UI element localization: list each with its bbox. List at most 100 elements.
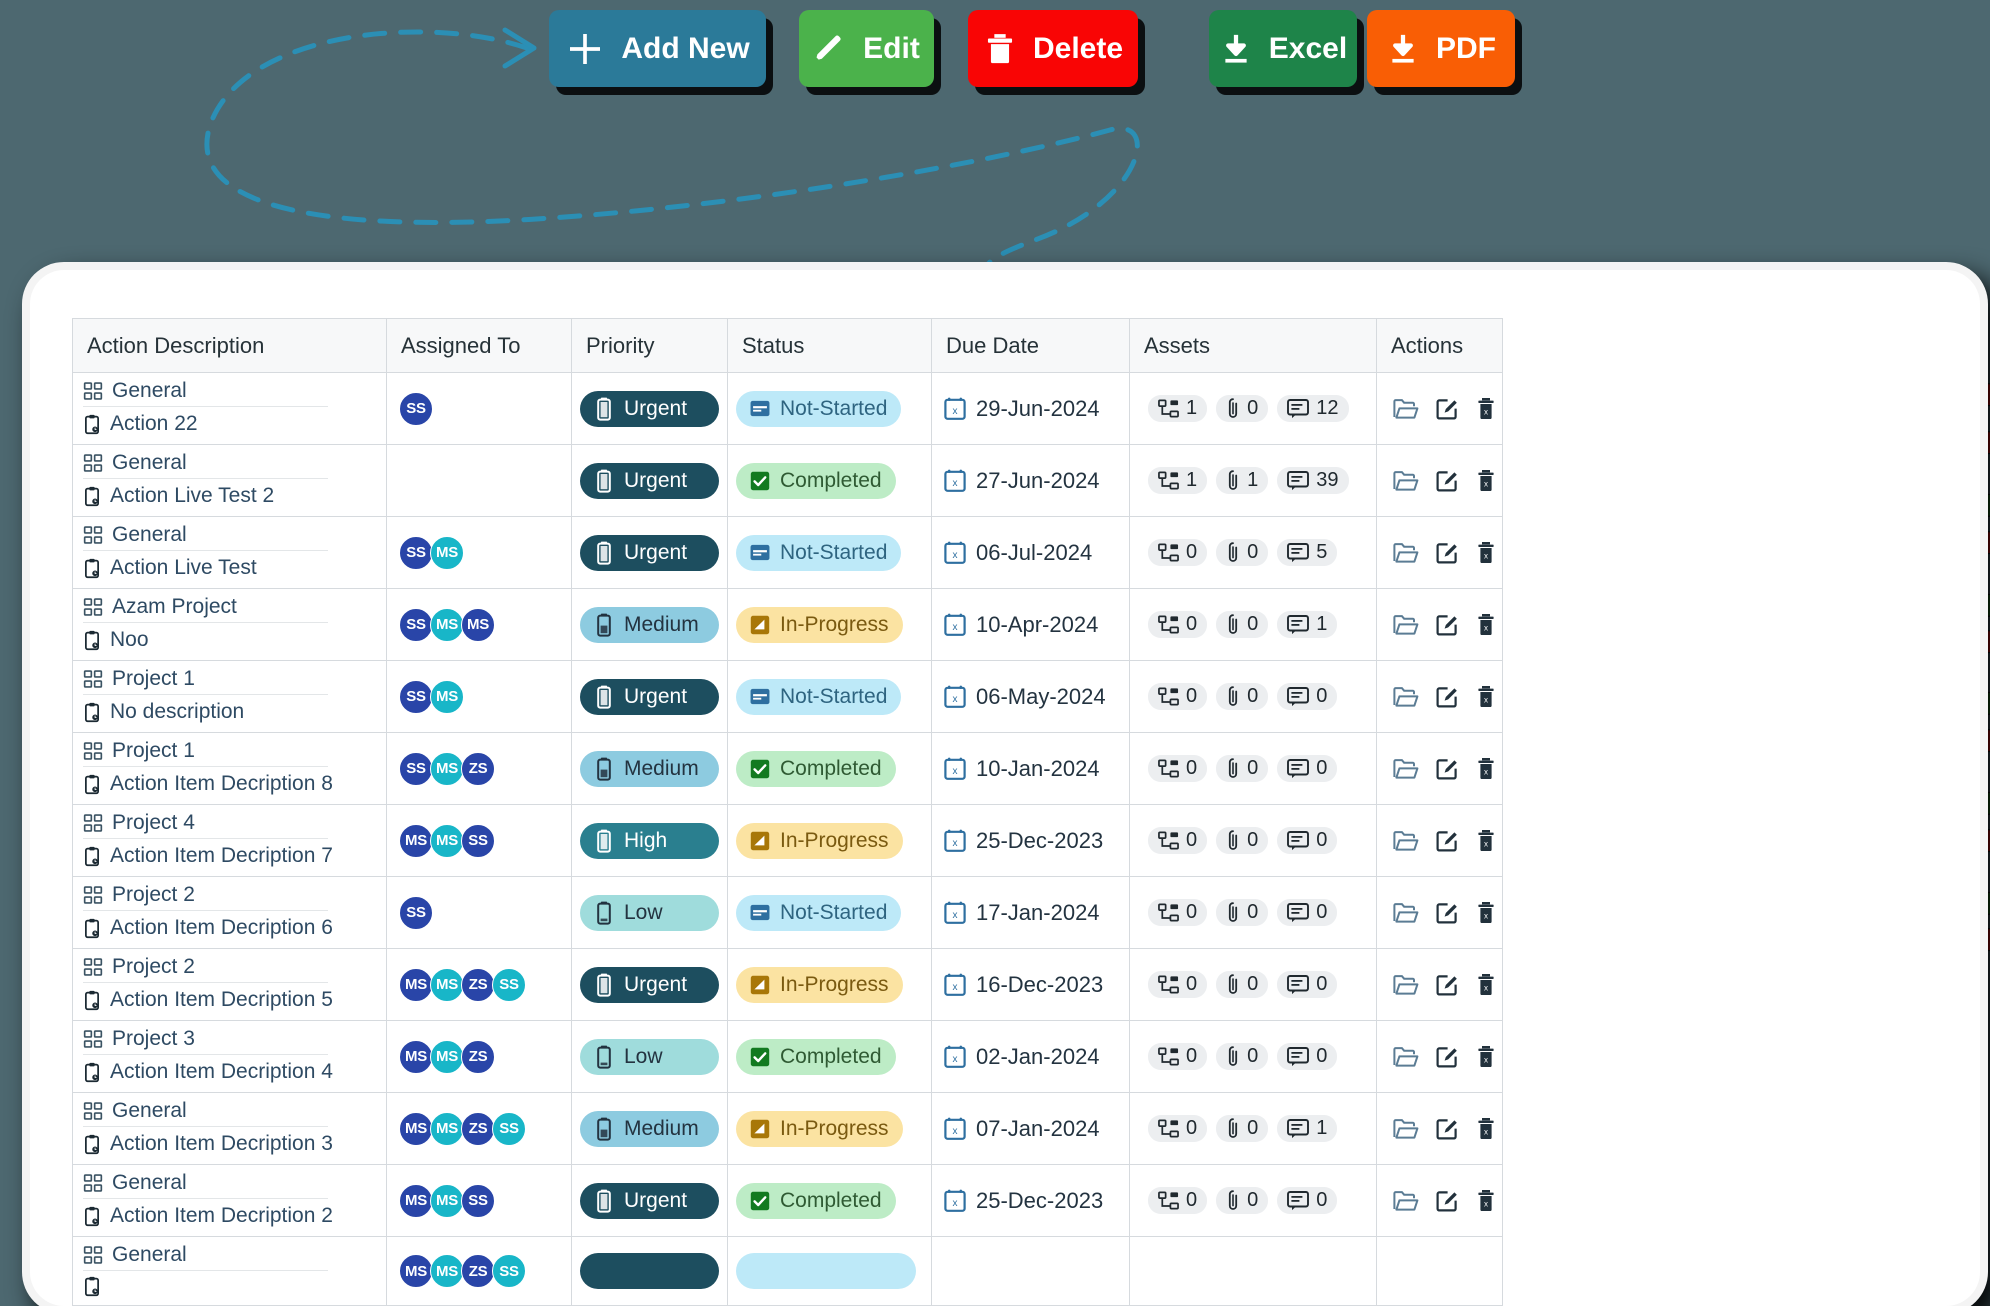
cell-assigned-to[interactable]: MSMSSS [387,805,572,877]
cell-priority[interactable]: Medium [572,733,728,805]
edit-square-icon[interactable] [1435,756,1460,781]
attachment-count-chip[interactable]: 0 [1216,971,1268,998]
edit-square-icon[interactable] [1435,828,1460,853]
avatar-group[interactable]: SS [387,392,571,426]
delete-bin-icon[interactable]: x [1476,613,1496,637]
priority-badge[interactable]: Urgent [580,679,719,715]
cell-priority[interactable]: Urgent [572,661,728,733]
cell-assigned-to[interactable]: MSMSZS [387,1021,572,1093]
status-badge[interactable]: Completed [736,463,896,499]
cell-priority[interactable]: Urgent [572,445,728,517]
attachment-count-chip[interactable]: 0 [1216,539,1268,566]
subtask-count-chip[interactable]: 1 [1148,467,1207,494]
avatar[interactable]: SS [399,392,433,426]
priority-badge[interactable] [580,1253,719,1289]
priority-badge[interactable]: Medium [580,751,719,787]
cell-status[interactable]: In-Progress [728,589,932,661]
avatar[interactable]: MS [430,824,464,858]
table-row[interactable]: Project 2Action Item Decription 6SSLowNo… [73,877,1503,949]
comment-count-chip[interactable]: 5 [1277,539,1337,566]
subtask-count-chip[interactable]: 0 [1148,755,1207,782]
avatar-group[interactable]: SSMS [387,536,571,570]
avatar[interactable]: SS [492,1254,526,1288]
status-badge[interactable]: Not-Started [736,895,901,931]
avatar[interactable]: SS [399,536,433,570]
open-folder-icon[interactable] [1393,685,1419,709]
subtask-count-chip[interactable]: 0 [1148,1187,1207,1214]
column-header-status[interactable]: Status [728,319,932,373]
delete-bin-icon[interactable]: x [1476,541,1496,565]
avatar[interactable]: MS [430,680,464,714]
table-row[interactable]: GeneralAction Live Test 2UrgentCompleted… [73,445,1503,517]
avatar[interactable]: MS [430,536,464,570]
status-badge[interactable]: Not-Started [736,391,901,427]
avatar[interactable]: MS [430,752,464,786]
table-row[interactable]: Project 1Action Item Decription 8SSMSZSM… [73,733,1503,805]
avatar[interactable]: MS [399,1112,433,1146]
status-badge[interactable]: Not-Started [736,679,901,715]
add-new-button[interactable]: Add New [549,10,766,87]
subtask-count-chip[interactable]: 0 [1148,1043,1207,1070]
avatar-group[interactable]: SSMS [387,680,571,714]
comment-count-chip[interactable]: 0 [1277,899,1337,926]
cell-status[interactable]: In-Progress [728,949,932,1021]
comment-count-chip[interactable]: 0 [1277,1043,1337,1070]
cell-assigned-to[interactable]: MSMSZSSS [387,1093,572,1165]
comment-count-chip[interactable]: 0 [1277,827,1337,854]
open-folder-icon[interactable] [1393,1045,1419,1069]
cell-status[interactable] [728,1237,932,1306]
comment-count-chip[interactable]: 39 [1277,467,1348,494]
delete-bin-icon[interactable]: x [1476,1117,1496,1141]
cell-priority[interactable]: Low [572,877,728,949]
avatar[interactable]: MS [461,608,495,642]
cell-assigned-to[interactable]: MSMSZSSS [387,949,572,1021]
cell-status[interactable]: Not-Started [728,517,932,589]
column-header-due-date[interactable]: Due Date [932,319,1130,373]
cell-priority[interactable]: Urgent [572,1165,728,1237]
cell-priority[interactable]: Urgent [572,373,728,445]
attachment-count-chip[interactable]: 0 [1216,611,1268,638]
comment-count-chip[interactable]: 0 [1277,683,1337,710]
table-row[interactable]: GeneralAction Live TestSSMSUrgentNot-Sta… [73,517,1503,589]
avatar[interactable]: ZS [461,752,495,786]
edit-square-icon[interactable] [1435,1188,1460,1213]
subtask-count-chip[interactable]: 0 [1148,611,1207,638]
cell-assigned-to[interactable]: SSMS [387,661,572,733]
cell-priority[interactable]: High [572,805,728,877]
subtask-count-chip[interactable]: 0 [1148,683,1207,710]
subtask-count-chip[interactable]: 0 [1148,899,1207,926]
avatar[interactable]: SS [399,896,433,930]
comment-count-chip[interactable]: 12 [1277,395,1348,422]
cell-status[interactable]: In-Progress [728,805,932,877]
column-header-actions[interactable]: Actions [1377,319,1503,373]
avatar[interactable]: MS [399,1040,433,1074]
cell-status[interactable]: Not-Started [728,373,932,445]
avatar-group[interactable]: MSMSZSSS [387,1112,571,1146]
avatar[interactable]: SS [399,608,433,642]
subtask-count-chip[interactable]: 0 [1148,539,1207,566]
status-badge[interactable]: In-Progress [736,1111,903,1147]
table-row[interactable]: Project 3Action Item Decription 4MSMSZSL… [73,1021,1503,1093]
avatar[interactable]: MS [399,968,433,1002]
comment-count-chip[interactable]: 1 [1277,611,1337,638]
attachment-count-chip[interactable]: 0 [1216,827,1268,854]
cell-assigned-to[interactable]: SSMS [387,517,572,589]
avatar-group[interactable]: SSMSZS [387,752,571,786]
attachment-count-chip[interactable]: 0 [1216,395,1268,422]
open-folder-icon[interactable] [1393,757,1419,781]
delete-bin-icon[interactable]: x [1476,469,1496,493]
subtask-count-chip[interactable]: 0 [1148,971,1207,998]
cell-assigned-to[interactable]: MSMSSS [387,1165,572,1237]
cell-assigned-to[interactable]: SS [387,373,572,445]
edit-square-icon[interactable] [1435,900,1460,925]
open-folder-icon[interactable] [1393,829,1419,853]
priority-badge[interactable]: Urgent [580,967,719,1003]
comment-count-chip[interactable]: 0 [1277,755,1337,782]
cell-assigned-to[interactable]: MSMSZSSS [387,1237,572,1306]
excel-export-button[interactable]: Excel [1209,10,1357,87]
avatar[interactable]: MS [430,1184,464,1218]
open-folder-icon[interactable] [1393,541,1419,565]
open-folder-icon[interactable] [1393,397,1419,421]
open-folder-icon[interactable] [1393,1117,1419,1141]
cell-assigned-to[interactable]: SS [387,877,572,949]
